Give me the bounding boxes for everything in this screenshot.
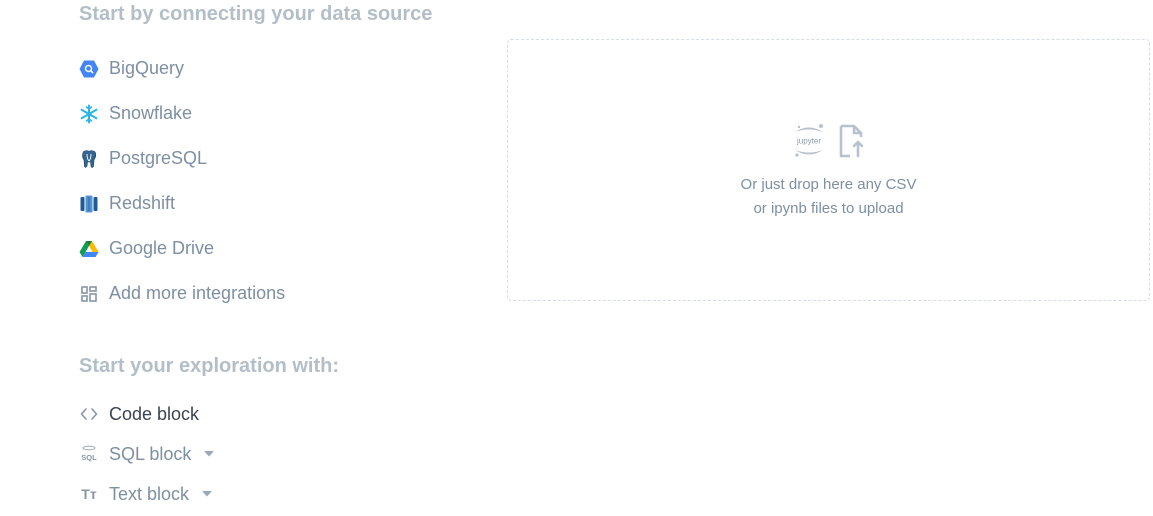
source-item-redshift[interactable]: Redshift [79,181,285,226]
svg-text:SQL: SQL [81,453,97,462]
svg-text:Tт: Tт [81,486,97,502]
source-label: PostgreSQL [109,148,208,168]
source-label: Redshift [109,193,176,213]
jupyter-icon: jupyter [791,122,827,165]
explore-section-title: Start your exploration with: [79,355,340,377]
sql-icon: SQL [79,444,99,464]
file-drop-zone[interactable]: jupyter Or just drop here any CSV or ipy… [507,39,1150,301]
source-label: Add more integrations [109,283,286,303]
sql-block-button[interactable]: SQL SQL block [79,434,215,474]
text-block-dropdown-caret-icon[interactable] [201,488,213,500]
source-item-postgresql[interactable]: PostgreSQL [79,136,285,181]
add-more-integrations-button[interactable]: Add more integrations [79,271,285,316]
text-icon: Tт [79,484,99,504]
data-source-list: BigQuery Snowflake PostgreSQL Redshift G… [79,46,285,316]
exploration-block-list: Code block SQL SQL block Tт Text block [79,394,215,514]
drop-zone-icons: jupyter [791,122,867,165]
connect-section-title: Start by connecting your data source [79,3,433,25]
integrations-grid-icon [79,284,99,304]
source-label: Google Drive [109,238,215,258]
source-item-snowflake[interactable]: Snowflake [79,91,285,136]
sql-block-dropdown-caret-icon[interactable] [203,448,215,460]
source-item-google-drive[interactable]: Google Drive [79,226,285,271]
source-label: BigQuery [109,58,185,78]
redshift-icon [79,194,99,214]
code-brackets-icon [79,404,99,424]
sql-block-label: SQL block [109,443,192,464]
text-block-button[interactable]: Tт Text block [79,474,215,514]
file-upload-icon [837,123,867,164]
bigquery-icon [79,59,99,79]
google-drive-icon [79,239,99,259]
drop-zone-text-line2: or ipynb files to upload [753,199,904,217]
code-block-label: Code block [109,403,200,424]
drop-zone-text-line1: Or just drop here any CSV [740,175,917,193]
svg-text:jupyter: jupyter [795,136,820,145]
snowflake-icon [79,104,99,124]
code-block-button[interactable]: Code block [79,394,215,434]
postgresql-icon [79,149,99,169]
source-item-bigquery[interactable]: BigQuery [79,46,285,91]
source-label: Snowflake [109,103,193,123]
page: Start by connecting your data source Big… [0,0,1153,516]
text-block-label: Text block [109,483,190,504]
